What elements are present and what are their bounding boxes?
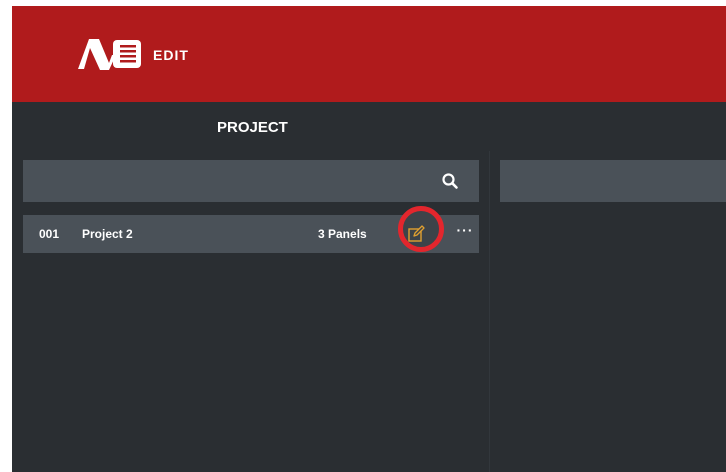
project-name: Project 2 (82, 227, 133, 241)
search-icon[interactable] (441, 172, 459, 190)
app-window: EDIT PROJECT 001 Project 2 3 Panels ··· (12, 6, 726, 472)
project-row[interactable]: 001 Project 2 3 Panels ··· (23, 206, 479, 253)
project-panel-count: 3 Panels (318, 227, 367, 241)
more-horizontal-icon[interactable]: ··· (453, 220, 477, 244)
search-input[interactable] (23, 160, 423, 202)
page-title: PROJECT (217, 119, 288, 136)
project-search-bar (23, 160, 479, 202)
app-title: EDIT (153, 47, 189, 63)
detail-header-bar (500, 160, 726, 202)
nb-logo-icon (78, 39, 141, 70)
edit-icon[interactable] (407, 225, 425, 243)
project-number: 001 (39, 227, 60, 241)
app-header: EDIT (12, 6, 726, 102)
panel-divider (489, 151, 490, 472)
